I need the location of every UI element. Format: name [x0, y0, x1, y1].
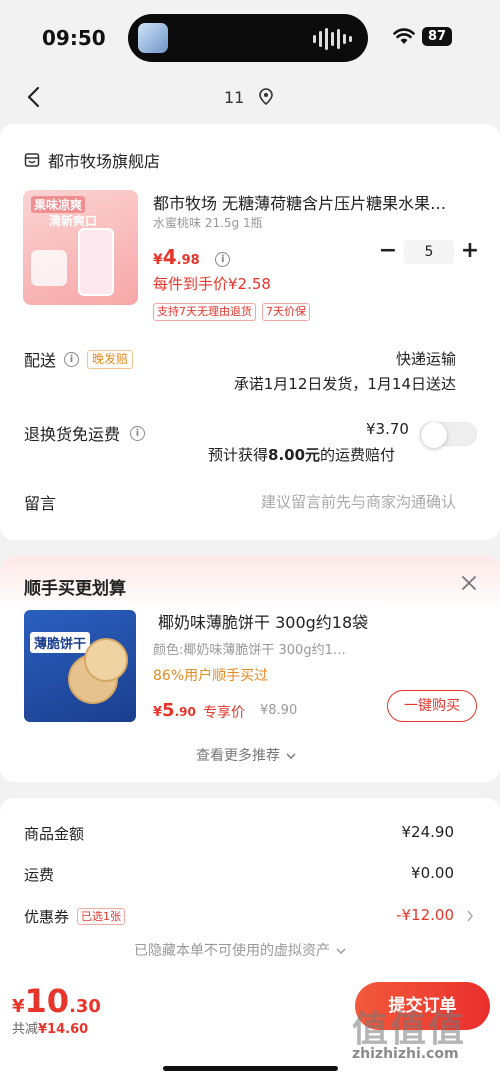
audio-wave-icon: [313, 28, 352, 50]
late-compensation-badge[interactable]: 晚发赔: [87, 349, 134, 369]
upsell-product-image[interactable]: 薄脆饼干: [24, 610, 136, 722]
goods-amount-label: 商品金额: [24, 825, 85, 843]
service-tag: 支持7天无理由退货: [153, 303, 256, 321]
return-shipping-row: 退换货免运费 i: [24, 421, 146, 445]
info-icon[interactable]: i: [130, 425, 146, 441]
one-click-buy-button[interactable]: 一键购买: [387, 690, 477, 722]
more-recommendations-label: 查看更多推荐: [196, 748, 280, 764]
upsell-title: 顺手买更划算: [24, 579, 126, 599]
chevron-down-icon: [336, 948, 346, 955]
now-playing-thumbnail: [138, 23, 168, 53]
upsell-product-title[interactable]: 椰奶味薄脆饼干 300g约18袋: [158, 609, 368, 633]
chevron-down-icon: [286, 753, 296, 760]
candy-bottle: [78, 228, 114, 296]
back-arrow-icon[interactable]: [24, 86, 46, 108]
coupon-selected-badge: 已选1张: [77, 908, 126, 925]
chevron-right-icon[interactable]: [466, 910, 474, 922]
decrease-button[interactable]: −: [376, 240, 400, 264]
watermark-url: zhizhizhi.com: [352, 1046, 459, 1062]
upsell-price: ¥5.90: [153, 700, 196, 721]
coupon-row[interactable]: 优惠券 已选1张: [24, 906, 126, 927]
return-shipping-toggle[interactable]: [420, 422, 477, 448]
quantity-value[interactable]: 5: [404, 240, 454, 264]
home-indicator[interactable]: [163, 1066, 338, 1071]
status-time: 09:50: [42, 26, 106, 50]
upsell-product-spec[interactable]: 颜色:椰奶味薄脆饼干 300g约1…: [153, 639, 346, 658]
shipping-fee-value: ¥0.00: [411, 864, 454, 882]
dynamic-island: [128, 14, 368, 62]
info-icon[interactable]: i: [64, 351, 80, 367]
return-shipping-note: 预计获得8.00元的运费赔付: [208, 446, 396, 464]
hidden-assets-label: 已隐藏本单不可使用的虚拟资产: [134, 943, 330, 959]
store-header[interactable]: 都市牧场旗舰店: [24, 148, 160, 172]
biscuit: [84, 638, 128, 682]
return-shipping-label: 退换货免运费: [24, 425, 121, 444]
info-icon[interactable]: i: [215, 252, 231, 267]
upsell-original-price: ¥8.90: [260, 703, 298, 718]
store-name: 都市牧场旗舰店: [48, 152, 161, 171]
delivery-row: 配送 i 晚发赔: [24, 347, 134, 371]
hidden-assets-toggle[interactable]: 已隐藏本单不可使用的虚拟资产: [134, 940, 346, 960]
location-icon[interactable]: [258, 88, 274, 106]
product-price: ¥4.98 i: [153, 245, 231, 269]
delivery-label: 配送: [24, 351, 57, 370]
total-price: ¥10.30: [12, 982, 101, 1020]
battery-indicator: 87: [422, 27, 452, 46]
total-saved: 共减¥14.60: [12, 1022, 89, 1037]
order-item-card: [0, 124, 500, 540]
close-icon[interactable]: [460, 574, 478, 592]
product-title[interactable]: 都市牧场 无糖薄荷糖含片压片糖果水果…: [153, 190, 468, 214]
upsell-image-caption: 薄脆饼干: [30, 632, 91, 653]
watermark-logo: 值值值: [352, 1009, 467, 1050]
shipping-fee-label: 运费: [24, 866, 55, 884]
toggle-knob: [421, 422, 447, 448]
wifi-icon: [393, 28, 415, 44]
service-tag: 7天价保: [262, 303, 310, 321]
product-image[interactable]: 果味凉爽 清新爽口: [23, 190, 138, 305]
upsell-vip-label: 专享价: [203, 705, 245, 721]
delivery-promise: 承诺1月12日发货，1月14日送达: [233, 375, 456, 393]
ice-cube: [31, 250, 67, 286]
page-title: 11: [224, 88, 245, 107]
coupon-value[interactable]: -¥12.00: [396, 906, 454, 924]
upsell-percent: 86%用户顺手买过: [153, 668, 269, 684]
product-spec[interactable]: 水蜜桃味 21.5g 1瓶: [153, 214, 263, 231]
message-label: 留言: [24, 494, 57, 513]
message-input[interactable]: 建议留言前先与商家沟通确认: [261, 491, 456, 512]
more-recommendations-link[interactable]: 查看更多推荐: [196, 745, 296, 765]
delivery-method[interactable]: 快递运输: [396, 348, 456, 369]
increase-button[interactable]: +: [458, 240, 482, 264]
quantity-stepper: − 5 +: [376, 240, 482, 264]
service-tags: 支持7天无理由退货 7天价保: [153, 303, 310, 321]
goods-amount-value: ¥24.90: [401, 823, 455, 841]
store-icon: [24, 153, 40, 167]
return-shipping-price: ¥3.70: [366, 420, 409, 438]
coupon-label: 优惠券: [24, 908, 70, 926]
unit-price: 每件到手价¥2.58: [153, 275, 271, 293]
product-image-caption: 果味凉爽: [31, 196, 86, 213]
product-image-caption: 清新爽口: [49, 214, 98, 228]
